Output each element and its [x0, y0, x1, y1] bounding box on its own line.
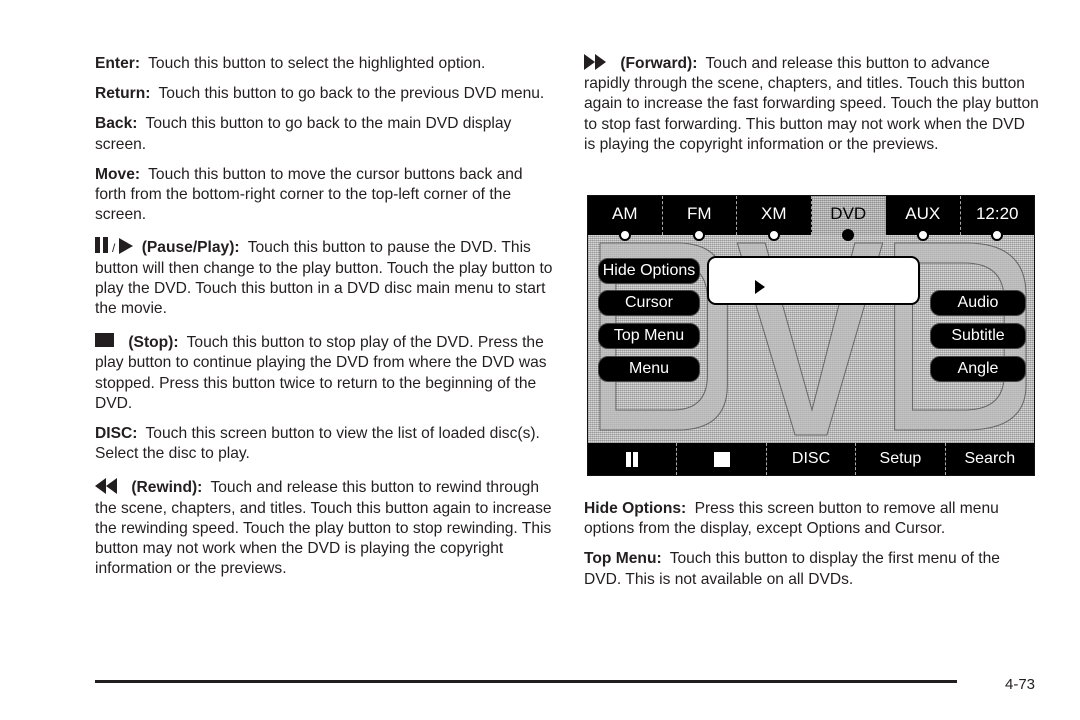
- search-button[interactable]: Search: [946, 443, 1034, 475]
- cursor-button[interactable]: Cursor: [598, 290, 700, 316]
- para-forward: (Forward): Touch and release this button…: [584, 54, 1039, 155]
- desc-return: Touch this button to go back to the prev…: [158, 85, 545, 103]
- tab-indicator-dot: [767, 229, 780, 241]
- play-icon: [119, 238, 134, 255]
- stop-icon: [713, 451, 730, 467]
- source-tab-bar: AM FM XM DVD AUX 12:20: [588, 196, 1035, 241]
- term-forward: (Forward):: [620, 55, 698, 72]
- play-cursor-icon: [755, 280, 765, 294]
- desc-move: Touch this button to move the cursor but…: [95, 165, 523, 224]
- term-enter: Enter:: [95, 55, 141, 72]
- playback-control-bar: DISC Setup Search: [588, 443, 1034, 475]
- term-hide-options: Hide Options:: [584, 500, 687, 517]
- tab-fm[interactable]: FM: [663, 196, 737, 241]
- clock-tab[interactable]: 12:20: [961, 196, 1035, 241]
- pause-icon: [95, 237, 108, 254]
- pause-icon: [626, 451, 639, 467]
- video-preview-box[interactable]: [707, 256, 920, 305]
- stop-icon: [95, 333, 114, 348]
- clock-label: 12:20: [975, 204, 1019, 223]
- tab-am[interactable]: AM: [588, 196, 663, 241]
- hide-options-button[interactable]: Hide Options: [598, 258, 700, 284]
- disc-button[interactable]: DISC: [767, 443, 857, 475]
- angle-button[interactable]: Angle: [930, 356, 1026, 382]
- tab-xm[interactable]: XM: [737, 196, 812, 241]
- fast-forward-icon: [584, 54, 606, 70]
- desc-back: Touch this button to go back to the main…: [95, 115, 512, 153]
- tab-label: AM: [612, 204, 638, 223]
- right-column-lower: Hide Options: Press this screen button t…: [584, 499, 1039, 600]
- right-column: (Forward): Touch and release this button…: [584, 54, 1039, 165]
- page-number: 4-73: [1005, 676, 1036, 693]
- top-menu-button[interactable]: Top Menu: [598, 323, 700, 349]
- desc-enter: Touch this button to select the highligh…: [148, 55, 486, 72]
- footer-rule: [95, 680, 957, 683]
- term-disc: DISC:: [95, 425, 138, 443]
- tab-aux[interactable]: AUX: [886, 196, 961, 241]
- left-column: Enter: Touch this button to select the h…: [95, 54, 557, 589]
- para-disc: DISC: Touch this screen button to view t…: [95, 424, 557, 464]
- para-top-menu: Top Menu: Touch this button to display t…: [584, 549, 1039, 589]
- term-rewind: (Rewind):: [131, 479, 203, 497]
- term-back: Back:: [95, 115, 138, 133]
- tab-dvd[interactable]: DVD: [811, 196, 886, 241]
- rewind-icon: [95, 478, 117, 495]
- audio-button[interactable]: Audio: [930, 290, 1026, 316]
- tab-label: DVD: [830, 204, 867, 223]
- term-move: Move:: [95, 165, 141, 183]
- para-move: Move: Touch this button to move the curs…: [95, 165, 557, 226]
- para-pause-play: / (Pause/Play): Touch this button to pau…: [95, 237, 557, 319]
- para-stop: (Stop): Touch this button to stop play o…: [95, 333, 557, 414]
- para-return: Return: Touch this button to go back to …: [95, 84, 557, 104]
- tab-label: FM: [686, 204, 712, 223]
- para-rewind: (Rewind): Touch and release this button …: [95, 478, 557, 579]
- para-enter: Enter: Touch this button to select the h…: [95, 54, 557, 74]
- stop-button[interactable]: [677, 443, 767, 475]
- menu-button[interactable]: Menu: [598, 356, 700, 382]
- dvd-screen-illustration: AM FM XM DVD AUX 12:20 Hide Options Curs…: [587, 195, 1035, 476]
- desc-disc: Touch this screen button to view the lis…: [95, 425, 540, 463]
- slash-separator: /: [112, 241, 116, 256]
- para-hide-options: Hide Options: Press this screen button t…: [584, 499, 1039, 539]
- pause-button[interactable]: [588, 443, 678, 475]
- tab-label: AUX: [905, 204, 941, 223]
- tab-indicator-dot: [618, 229, 631, 241]
- tab-indicator-dot: [916, 229, 929, 241]
- setup-button[interactable]: Setup: [856, 443, 946, 475]
- term-top-menu: Top Menu:: [584, 550, 662, 568]
- tab-label: XM: [761, 204, 787, 223]
- subtitle-button[interactable]: Subtitle: [930, 323, 1026, 349]
- term-return: Return:: [95, 85, 151, 103]
- para-back: Back: Touch this button to go back to th…: [95, 114, 557, 154]
- term-stop: (Stop):: [128, 334, 179, 352]
- term-pause-play: (Pause/Play):: [141, 239, 240, 257]
